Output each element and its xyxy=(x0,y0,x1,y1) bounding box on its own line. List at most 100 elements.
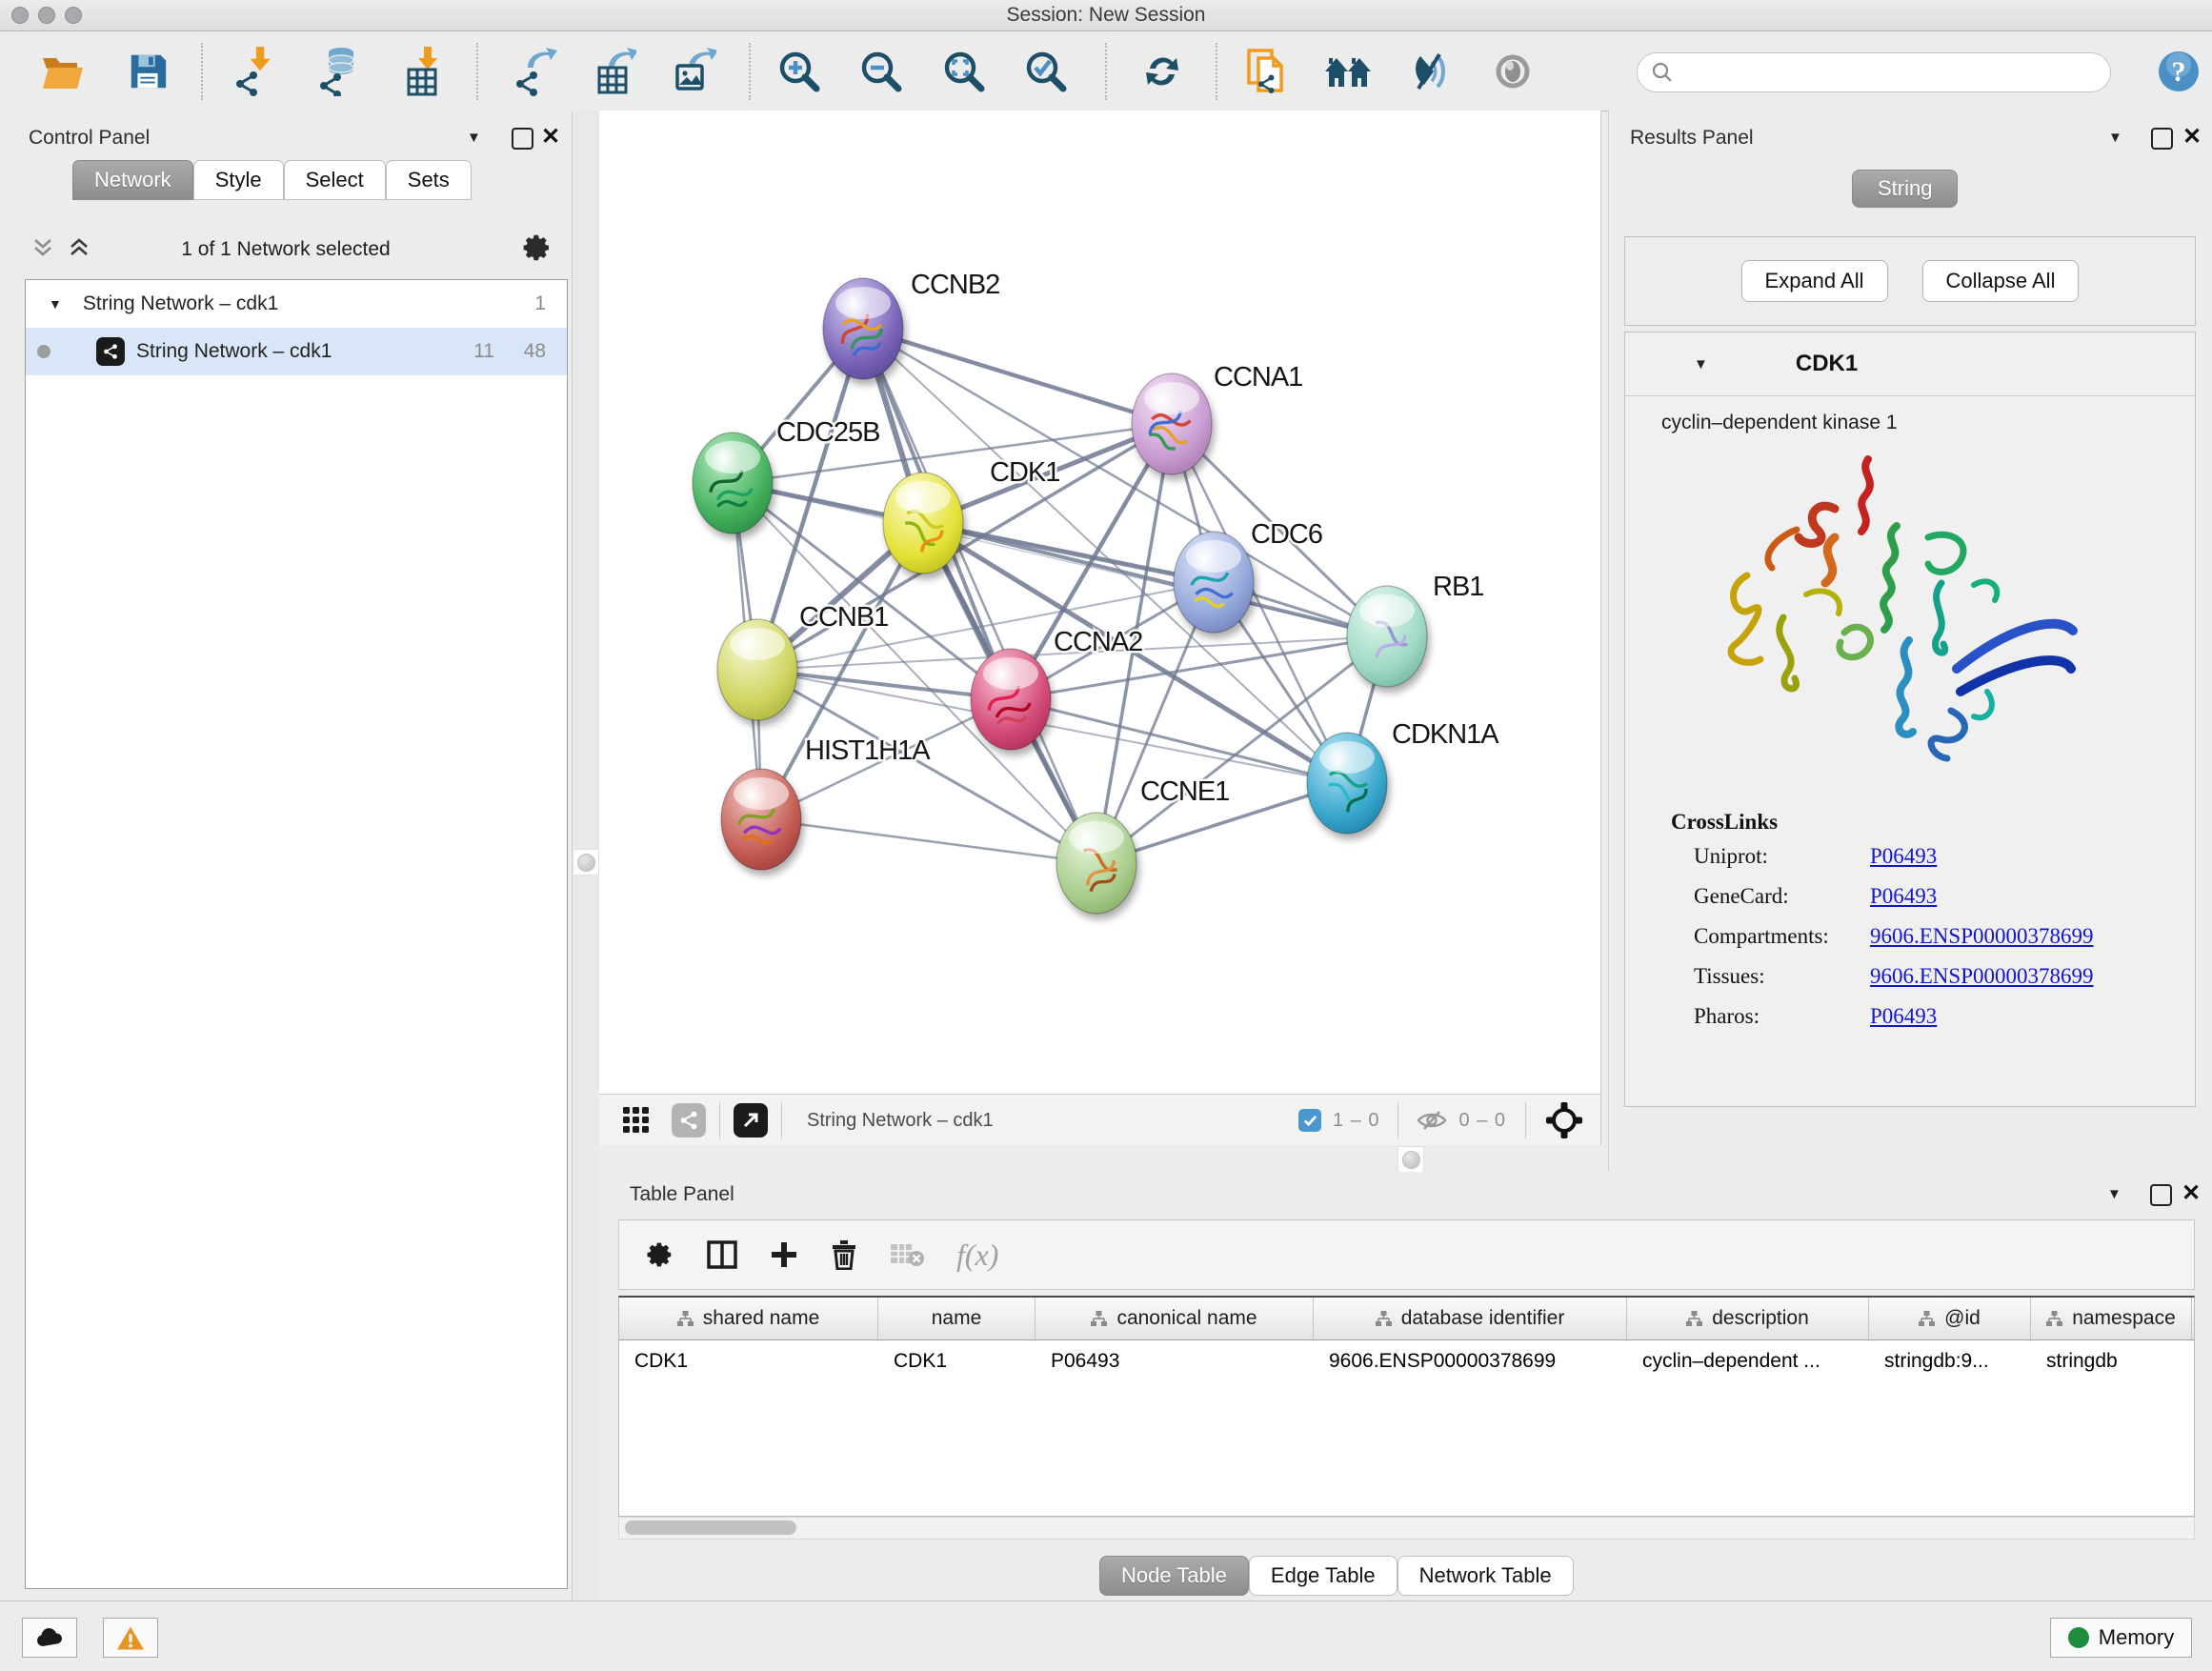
table-cell[interactable]: cyclin–dependent ... xyxy=(1627,1340,1869,1382)
column-header-database-identifier[interactable]: database identifier xyxy=(1314,1298,1627,1339)
hidden-eye-icon[interactable] xyxy=(1416,1108,1448,1133)
function-builder-icon[interactable]: f(x) xyxy=(956,1238,998,1273)
edge-CCNA2-CDKN1A[interactable] xyxy=(1011,699,1347,783)
left-splitter-handle[interactable] xyxy=(573,849,599,876)
copy-network-icon[interactable] xyxy=(1242,45,1292,98)
search-box[interactable] xyxy=(1637,52,2111,92)
hide-glass-effect-icon[interactable] xyxy=(1404,45,1454,98)
column-header-shared-name[interactable]: shared name xyxy=(619,1298,878,1339)
results-panel-close-icon[interactable]: ✕ xyxy=(2182,128,2202,146)
delete-column-trash-icon[interactable] xyxy=(831,1239,857,1270)
tab-style[interactable]: Style xyxy=(193,160,284,200)
search-input[interactable] xyxy=(1674,61,2078,85)
table-panel-float-icon[interactable] xyxy=(2150,1184,2172,1206)
import-table-from-file-icon[interactable] xyxy=(397,45,447,98)
memory-button[interactable]: Memory xyxy=(2050,1618,2192,1658)
results-panel-menu-icon[interactable]: ▼ xyxy=(2108,130,2122,146)
cloud-button[interactable] xyxy=(22,1618,77,1658)
selected-checkbox-icon[interactable] xyxy=(1298,1109,1321,1132)
node-HIST1H1A[interactable] xyxy=(721,769,801,870)
scrollbar-thumb[interactable] xyxy=(625,1520,796,1535)
add-column-icon[interactable] xyxy=(770,1240,798,1269)
crosslink-link[interactable]: P06493 xyxy=(1870,1004,1937,1029)
edge-CCNB2-CCNE1[interactable] xyxy=(863,329,1096,863)
import-network-from-file-icon[interactable] xyxy=(227,45,276,98)
tree-expand-icon[interactable]: ▼ xyxy=(49,296,62,312)
edge-CCNB2-CCNA1[interactable] xyxy=(863,329,1172,424)
column-header-namespace[interactable]: namespace xyxy=(2031,1298,2192,1339)
show-columns-icon[interactable] xyxy=(707,1239,737,1270)
control-panel-float-icon[interactable] xyxy=(512,128,533,150)
string-home-icon[interactable] xyxy=(1323,45,1373,98)
warnings-button[interactable] xyxy=(103,1618,158,1658)
tab-string[interactable]: String xyxy=(1852,170,1958,208)
save-session-icon[interactable] xyxy=(123,45,172,98)
table-cell[interactable]: stringdb xyxy=(2031,1340,2192,1382)
node-CCNA2[interactable] xyxy=(971,649,1051,750)
tab-sets[interactable]: Sets xyxy=(386,160,472,200)
birds-eye-view-icon[interactable] xyxy=(672,1103,706,1137)
help-icon[interactable]: ? xyxy=(2154,45,2203,98)
crosslink-link[interactable]: P06493 xyxy=(1870,844,1937,869)
node-RB1[interactable] xyxy=(1347,586,1427,687)
detach-view-icon[interactable] xyxy=(734,1103,768,1137)
table-cell[interactable]: CDK1 xyxy=(619,1340,878,1382)
tab-network[interactable]: Network xyxy=(72,160,193,200)
column-header-name[interactable]: name xyxy=(878,1298,1036,1339)
import-network-from-database-icon[interactable] xyxy=(314,45,364,98)
grid-view-icon[interactable] xyxy=(622,1106,651,1135)
zoom-selected-icon[interactable] xyxy=(1021,45,1071,98)
node-CCNA1[interactable] xyxy=(1132,373,1212,474)
export-table-icon[interactable] xyxy=(588,45,637,98)
crosslink-link[interactable]: 9606.ENSP00000378699 xyxy=(1870,964,2094,989)
column-header--id[interactable]: @id xyxy=(1869,1298,2031,1339)
table-panel-menu-icon[interactable]: ▼ xyxy=(2107,1186,2122,1202)
left-splitter[interactable] xyxy=(572,111,600,1601)
tab-select[interactable]: Select xyxy=(284,160,386,200)
table-row[interactable]: CDK1CDK1P064939606.ENSP00000378699cyclin… xyxy=(619,1340,2194,1382)
column-header-canonical-name[interactable]: canonical name xyxy=(1036,1298,1314,1339)
table-cell[interactable]: stringdb:9... xyxy=(1869,1340,2031,1382)
crosslink-link[interactable]: 9606.ENSP00000378699 xyxy=(1870,924,2094,949)
delete-table-icon[interactable] xyxy=(890,1241,924,1268)
node-CDKN1A[interactable] xyxy=(1307,733,1387,834)
table-horizontal-scrollbar[interactable] xyxy=(618,1517,2195,1540)
crosslink-link[interactable]: P06493 xyxy=(1870,884,1937,909)
open-session-icon[interactable] xyxy=(37,45,87,98)
table-cell[interactable]: CDK1 xyxy=(878,1340,1036,1382)
zoom-out-icon[interactable] xyxy=(856,45,906,98)
zoom-in-icon[interactable] xyxy=(774,45,824,98)
edge-HIST1H1A-CCNE1[interactable] xyxy=(761,819,1096,863)
network-row-selected[interactable]: String Network – cdk1 11 48 xyxy=(26,328,567,375)
node-CCNB2[interactable] xyxy=(823,278,903,379)
collapse-all-button[interactable]: Collapse All xyxy=(1922,260,2080,302)
node-CCNB1[interactable] xyxy=(717,619,797,720)
collapse-section-icon[interactable]: ▼ xyxy=(1694,356,1708,372)
results-panel-float-icon[interactable] xyxy=(2151,128,2173,150)
tab-edge-table[interactable]: Edge Table xyxy=(1249,1556,1398,1596)
control-panel-menu-icon[interactable]: ▼ xyxy=(467,130,481,146)
network-collection-row[interactable]: ▼ String Network – cdk1 1 xyxy=(26,280,567,328)
protein-card-header[interactable]: ▼ CDK1 xyxy=(1625,332,2195,396)
table-cell[interactable]: 9606.ENSP00000378699 xyxy=(1314,1340,1627,1382)
node-CDC25B[interactable] xyxy=(693,433,773,534)
zoom-fit-content-icon[interactable] xyxy=(939,45,989,98)
tab-node-table[interactable]: Node Table xyxy=(1099,1556,1249,1596)
fit-selected-crosshair-icon[interactable] xyxy=(1545,1101,1583,1139)
tab-network-table[interactable]: Network Table xyxy=(1398,1556,1574,1596)
edge-CDC25B-CDC6[interactable] xyxy=(733,483,1214,582)
table-cell[interactable]: P06493 xyxy=(1036,1340,1314,1382)
node-CDK1[interactable] xyxy=(883,473,963,574)
network-panel-gear-icon[interactable] xyxy=(522,232,553,263)
expand-all-button[interactable]: Expand All xyxy=(1741,260,1888,302)
export-network-icon[interactable] xyxy=(509,45,558,98)
table-panel-close-icon[interactable]: ✕ xyxy=(2182,1184,2201,1202)
table-settings-gear-icon[interactable] xyxy=(646,1240,674,1269)
node-CCNE1[interactable] xyxy=(1056,813,1136,914)
control-panel-close-icon[interactable]: ✕ xyxy=(541,128,560,146)
node-CDC6[interactable] xyxy=(1174,532,1254,633)
column-header-description[interactable]: description xyxy=(1627,1298,1869,1339)
refresh-network-icon[interactable] xyxy=(1137,45,1187,98)
horizontal-splitter-handle[interactable] xyxy=(1398,1146,1424,1173)
network-canvas[interactable]: CCNB2CCNA1CDC25BCDK1CDC6RB1CCNB1CCNA2CDK… xyxy=(599,111,1601,1094)
